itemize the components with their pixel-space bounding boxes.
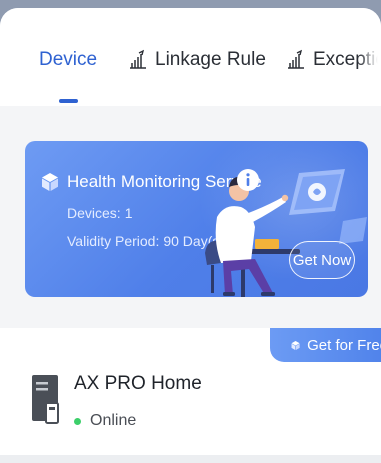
validity-label: Validity Period: — [67, 233, 160, 249]
device-card[interactable]: Get for Free AX PRO Home Online — [0, 328, 381, 455]
get-for-free-badge[interactable]: Get for Free — [270, 328, 381, 362]
online-status-dot — [74, 417, 81, 425]
get-now-button[interactable]: Get Now — [289, 241, 355, 279]
active-tab-indicator — [59, 99, 78, 103]
tab-device[interactable]: Device — [39, 48, 97, 72]
status-text: Online — [90, 412, 137, 429]
alarm-hub-icon — [32, 375, 59, 424]
get-for-free-label: Get for Free — [307, 336, 381, 354]
linkage-rule-icon — [130, 49, 146, 69]
app-sheet: Device Linkage Rule Exceptio Health Moni… — [0, 8, 381, 463]
device-status: Online — [74, 412, 136, 430]
devices-line: Devices: 1 — [67, 205, 132, 221]
tab-scroll-fade — [359, 38, 381, 86]
device-name: AX PRO Home — [74, 373, 202, 394]
devices-label: Devices: — [67, 205, 121, 221]
next-card-edge — [0, 455, 381, 463]
cube-icon — [42, 173, 58, 191]
tab-bar: Device Linkage Rule Exceptio — [0, 8, 381, 106]
tab-device-label: Device — [39, 49, 98, 70]
tab-linkage-rule-label: Linkage Rule — [155, 49, 266, 70]
tab-linkage-rule[interactable]: Linkage Rule — [127, 48, 266, 72]
info-icon[interactable] — [236, 168, 260, 192]
exception-icon — [288, 49, 304, 69]
health-monitoring-banner[interactable]: Health Monitoring Service Devices: 1 Vali… — [25, 141, 368, 297]
cube-icon — [291, 340, 300, 350]
devices-value: 1 — [124, 205, 133, 221]
